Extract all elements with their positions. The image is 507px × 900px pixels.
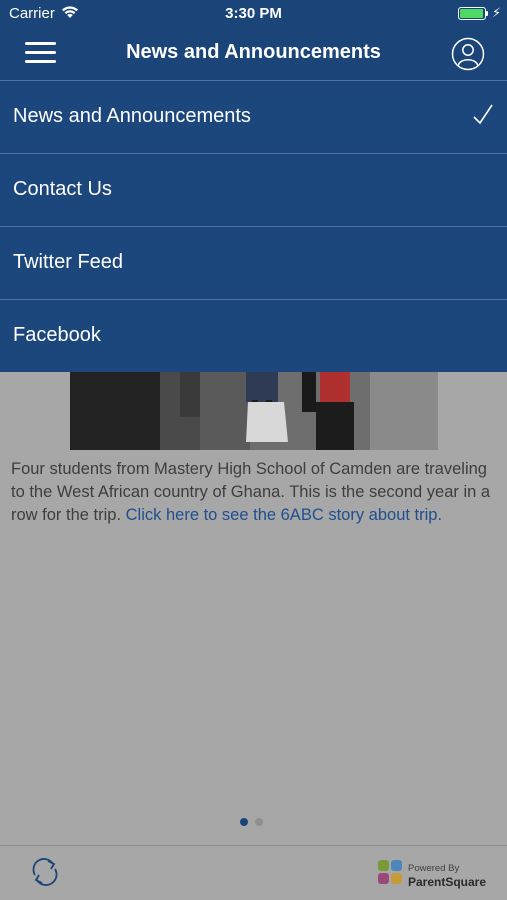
menu-item-twitter[interactable]: Twitter Feed [0,226,507,299]
battery-tip [486,11,488,16]
page-dot-active[interactable] [240,818,248,826]
nav-dropdown-menu: News and Announcements Contact Us Twitte… [0,80,507,372]
page-indicator [240,813,270,831]
charging-bolt-icon: ⚡ [492,5,502,20]
parentsquare-logo-icon [378,860,402,884]
nav-bar: News and Announcements [0,28,507,80]
menu-item-news[interactable]: News and Announcements [0,80,507,153]
menu-item-label: Twitter Feed [13,251,124,273]
menu-item-label: News and Announcements [13,105,251,127]
page-dot[interactable] [255,818,263,826]
bottom-toolbar: Powered By ParentSquare [0,845,507,900]
menu-item-contact[interactable]: Contact Us [0,153,507,226]
page-title: News and Announcements [126,41,381,63]
parentsquare-brand: ParentSquare [408,875,487,889]
menu-item-facebook[interactable]: Facebook [0,299,507,372]
menu-item-label: Facebook [13,324,101,346]
checkmark-icon [473,104,493,125]
status-bar: Carrier 3:30 PM ⚡ [0,0,507,28]
article-photo[interactable] [70,372,438,450]
powered-by-label: Powered By [408,863,460,874]
clock-time: 3:30 PM [225,5,282,22]
refresh-icon[interactable] [29,855,61,889]
user-profile-icon[interactable] [451,37,485,71]
article-link[interactable]: Click here to see the 6ABC story about t… [126,506,442,524]
article-text: Four students from Mastery High School o… [11,458,501,527]
menu-item-label: Contact Us [13,178,112,200]
battery-icon [458,7,486,20]
